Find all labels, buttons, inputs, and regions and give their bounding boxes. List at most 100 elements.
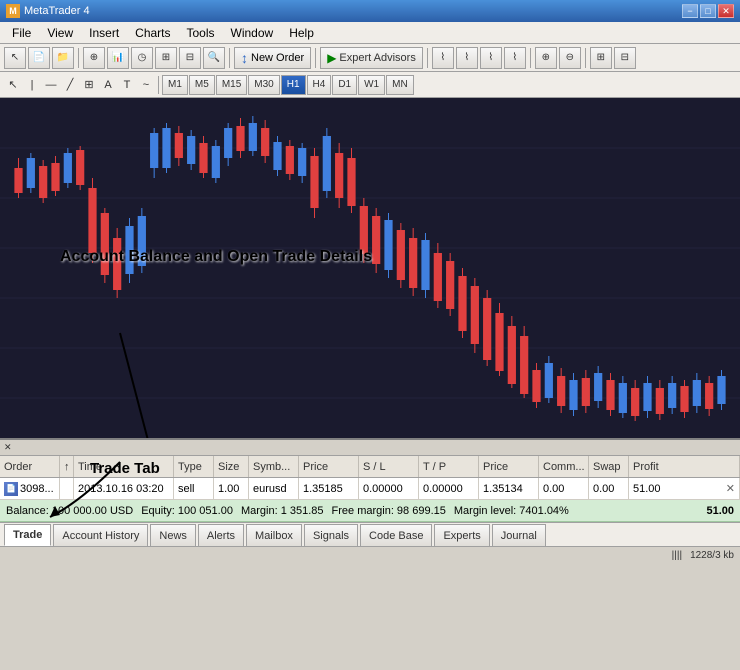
- total-profit: 51.00: [706, 505, 734, 517]
- app-icon: M: [6, 4, 20, 18]
- tb-prop1[interactable]: ⊞: [590, 47, 612, 69]
- tb-crosshair[interactable]: ⊕: [83, 47, 105, 69]
- td-icon: 📄 3098...: [0, 478, 60, 499]
- chart-area[interactable]: Account Balance and Open Trade Details: [0, 98, 740, 438]
- terminal-panel: ✕ Order ↑ Time Type Size Symb... Price S…: [0, 438, 740, 522]
- menu-help[interactable]: Help: [281, 24, 322, 42]
- menu-insert[interactable]: Insert: [81, 24, 127, 42]
- th-comm: Comm...: [539, 456, 589, 477]
- tb-template[interactable]: ⊞: [155, 47, 177, 69]
- menu-tools[interactable]: Tools: [179, 24, 223, 42]
- title-bar-left: M MetaTrader 4: [6, 4, 90, 18]
- tb-separator-2: [229, 48, 230, 68]
- tool-cursor[interactable]: ↖: [4, 75, 22, 95]
- new-order-button[interactable]: ↕ New Order: [234, 47, 311, 69]
- td-current-price: 1.35134: [479, 478, 539, 499]
- tb-separator-5: [530, 48, 531, 68]
- tb-zoom[interactable]: 🔍: [203, 47, 225, 69]
- table-header: Order ↑ Time Type Size Symb... Price S /…: [0, 456, 740, 478]
- td-sl: 0.00000: [359, 478, 419, 499]
- td-time: 2013.10.16 03:20: [74, 478, 174, 499]
- expert-advisors-label: Expert Advisors: [339, 52, 415, 64]
- td-profit: 51.00 ✕: [629, 478, 740, 499]
- tab-mailbox[interactable]: Mailbox: [246, 524, 302, 546]
- tf-h1[interactable]: H1: [281, 75, 306, 95]
- tb-signal3[interactable]: ⌇: [480, 47, 502, 69]
- tb-zoom-out[interactable]: ⊖: [559, 47, 581, 69]
- menu-bar: File View Insert Charts Tools Window Hel…: [0, 22, 740, 44]
- tab-news[interactable]: News: [150, 524, 196, 546]
- tf-d1[interactable]: D1: [332, 75, 357, 95]
- tool-line[interactable]: |: [23, 75, 41, 95]
- tf-h4[interactable]: H4: [307, 75, 332, 95]
- tab-journal[interactable]: Journal: [492, 524, 546, 546]
- tf-m30[interactable]: M30: [248, 75, 279, 95]
- tb-separator-1: [78, 48, 79, 68]
- th-sort[interactable]: ↑: [60, 456, 74, 477]
- table-row: 📄 3098... 2013.10.16 03:20 sell 1.00 eur…: [0, 478, 740, 500]
- free-margin-label: Free margin: 98 699.15: [332, 505, 446, 517]
- close-button[interactable]: ✕: [718, 4, 734, 18]
- th-profit: Profit: [629, 456, 740, 477]
- terminal-close-button[interactable]: ✕: [4, 442, 12, 453]
- tf-m15[interactable]: M15: [216, 75, 247, 95]
- menu-charts[interactable]: Charts: [127, 24, 178, 42]
- tb-signal4[interactable]: ⌇: [504, 47, 526, 69]
- minimize-button[interactable]: −: [682, 4, 698, 18]
- th-tp: T / P: [419, 456, 479, 477]
- td-spacer: [60, 478, 74, 499]
- tool-trendline[interactable]: ╱: [61, 75, 79, 95]
- th-size: Size: [214, 456, 249, 477]
- tb-grid[interactable]: ⊟: [179, 47, 201, 69]
- tb-separator-6: [585, 48, 586, 68]
- status-info: 1228/3 kb: [690, 550, 734, 561]
- tf-mn[interactable]: MN: [386, 75, 414, 95]
- menu-window[interactable]: Window: [223, 24, 282, 42]
- bottom-tabs: Trade Account History News Alerts Mailbo…: [0, 522, 740, 546]
- td-symbol: eurusd: [249, 478, 299, 499]
- menu-view[interactable]: View: [39, 24, 81, 42]
- tab-signals[interactable]: Signals: [304, 524, 358, 546]
- tool-text[interactable]: A: [99, 75, 117, 95]
- tb-period[interactable]: ◷: [131, 47, 153, 69]
- tb-signal1[interactable]: ⌇: [432, 47, 454, 69]
- td-tp: 0.00000: [419, 478, 479, 499]
- tab-alerts[interactable]: Alerts: [198, 524, 244, 546]
- new-order-label: New Order: [251, 52, 304, 64]
- tb-open[interactable]: 📁: [52, 47, 74, 69]
- tb-indicator[interactable]: 📊: [107, 47, 129, 69]
- th-current-price: Price: [479, 456, 539, 477]
- tool-hline[interactable]: —: [42, 75, 60, 95]
- profit-value: 51.00: [633, 483, 661, 495]
- tool-wave[interactable]: ~: [137, 75, 155, 95]
- tb-new[interactable]: 📄: [28, 47, 50, 69]
- tf-m5[interactable]: M5: [189, 75, 215, 95]
- tb-arrow[interactable]: ↖: [4, 47, 26, 69]
- th-order: Order: [0, 456, 60, 477]
- tab-account-history[interactable]: Account History: [53, 524, 148, 546]
- tool-label[interactable]: T: [118, 75, 136, 95]
- menu-file[interactable]: File: [4, 24, 39, 42]
- tab-trade[interactable]: Trade: [4, 524, 51, 546]
- title-bar-controls: − □ ✕: [682, 4, 734, 18]
- maximize-button[interactable]: □: [700, 4, 716, 18]
- tb-separator-3: [315, 48, 316, 68]
- status-bar: |||| 1228/3 kb: [0, 546, 740, 564]
- tool-fibonacci[interactable]: ⊞: [80, 75, 98, 95]
- tab-code-base[interactable]: Code Base: [360, 524, 432, 546]
- tb-zoom-in[interactable]: ⊕: [535, 47, 557, 69]
- tb-signal2[interactable]: ⌇: [456, 47, 478, 69]
- equity-label: Equity: 100 051.00: [141, 505, 233, 517]
- tf-m1[interactable]: M1: [162, 75, 188, 95]
- chart-container: Account Balance and Open Trade Details: [0, 98, 740, 438]
- terminal-header: ✕: [0, 440, 740, 456]
- tb-prop2[interactable]: ⊟: [614, 47, 636, 69]
- expert-advisors-button[interactable]: ▶ Expert Advisors: [320, 47, 423, 69]
- td-price: 1.35185: [299, 478, 359, 499]
- td-order: 3098...: [20, 483, 54, 495]
- tf-toolbar: ↖ | — ╱ ⊞ A T ~ M1 M5 M15 M30 H1 H4 D1 W…: [0, 72, 740, 98]
- tf-w1[interactable]: W1: [358, 75, 385, 95]
- tab-experts[interactable]: Experts: [434, 524, 489, 546]
- row-close-icon[interactable]: ✕: [726, 482, 735, 495]
- candlestick-chart: [0, 98, 740, 438]
